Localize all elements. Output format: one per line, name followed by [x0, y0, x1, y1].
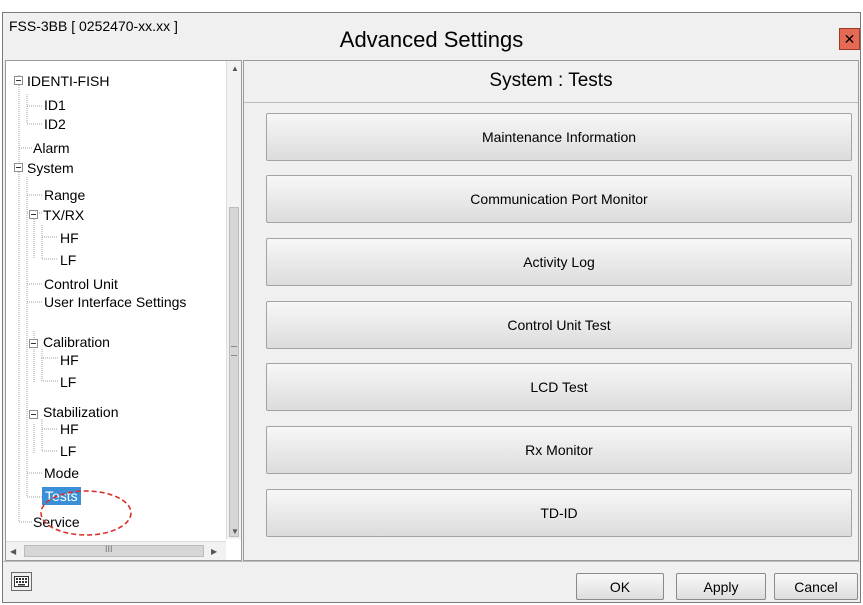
- keyboard-button[interactable]: [11, 572, 32, 591]
- tree-item-calibration-lf[interactable]: LF: [60, 373, 76, 391]
- scroll-grip-icon: [231, 346, 237, 356]
- td-id-button[interactable]: TD-ID: [266, 489, 852, 537]
- tree-item-txrx-lf[interactable]: LF: [60, 251, 76, 269]
- keyboard-icon: [14, 576, 29, 587]
- horizontal-scroll-grip: III: [105, 544, 113, 554]
- tree-item-range[interactable]: Range: [44, 186, 85, 204]
- txrx-collapse-toggle[interactable]: [29, 210, 38, 219]
- apply-button[interactable]: Apply: [676, 573, 766, 600]
- maintenance-information-button[interactable]: Maintenance Information: [266, 113, 852, 161]
- rx-monitor-button[interactable]: Rx Monitor: [266, 426, 852, 474]
- tree-item-calibration-hf[interactable]: HF: [60, 351, 79, 369]
- footer-divider: [3, 561, 860, 562]
- tree-item-txrx-hf[interactable]: HF: [60, 229, 79, 247]
- horizontal-scroll-thumb[interactable]: III: [24, 544, 204, 557]
- scroll-right-arrow-icon[interactable]: ▶: [211, 547, 217, 557]
- stabilization-collapse-toggle[interactable]: [29, 410, 38, 419]
- vertical-scroll-thumb[interactable]: [229, 207, 239, 537]
- tree-item-stabilization-lf[interactable]: LF: [60, 442, 76, 460]
- tree-vertical-scrollbar[interactable]: ▲ ▼: [226, 61, 241, 539]
- tree-item-tests[interactable]: Tests: [42, 487, 81, 505]
- tree-item-identi-fish[interactable]: IDENTI-FISH: [27, 72, 109, 90]
- tree-item-mode[interactable]: Mode: [44, 464, 79, 482]
- scroll-left-arrow-icon[interactable]: ◀: [10, 547, 16, 557]
- tree-item-stabilization-hf[interactable]: HF: [60, 420, 79, 438]
- tree-item-service[interactable]: Service: [33, 513, 80, 531]
- tree-item-system[interactable]: System: [27, 159, 74, 177]
- tree-item-id1[interactable]: ID1: [44, 96, 66, 114]
- advanced-settings-window: FSS-3BB [ 0252470-xx.xx ] Advanced Setti…: [2, 12, 861, 603]
- window-title: Advanced Settings: [339, 27, 524, 52]
- panel-divider: [244, 102, 858, 103]
- tree-item-calibration[interactable]: Calibration: [43, 333, 110, 351]
- activity-log-button[interactable]: Activity Log: [266, 238, 852, 286]
- communication-port-monitor-button[interactable]: Communication Port Monitor: [266, 175, 852, 223]
- cancel-button[interactable]: Cancel: [774, 573, 858, 600]
- tree-item-alarm[interactable]: Alarm: [33, 139, 70, 157]
- scroll-down-arrow-icon[interactable]: ▼: [231, 527, 239, 537]
- tree-horizontal-scrollbar[interactable]: ◀ III ▶: [6, 541, 226, 560]
- calibration-collapse-toggle[interactable]: [29, 339, 38, 348]
- tree-item-control-unit[interactable]: Control Unit: [44, 275, 118, 293]
- ok-button[interactable]: OK: [576, 573, 664, 600]
- lcd-test-button[interactable]: LCD Test: [266, 363, 852, 411]
- tests-panel: System : Tests Maintenance Information C…: [243, 60, 859, 561]
- panel-title: System : Tests: [489, 70, 613, 91]
- tree-item-user-interface-settings[interactable]: User Interface Settings: [44, 293, 186, 311]
- tree-item-id2[interactable]: ID2: [44, 115, 66, 133]
- scroll-up-arrow-icon[interactable]: ▲: [231, 64, 239, 74]
- settings-tree: IDENTI-FISH ID1 ID2 Alarm System Range T…: [5, 60, 242, 561]
- close-icon: ✕: [843, 30, 856, 47]
- close-button[interactable]: ✕: [839, 28, 860, 50]
- dialog-footer: OK Apply Cancel: [3, 561, 860, 602]
- control-unit-test-button[interactable]: Control Unit Test: [266, 301, 852, 349]
- identi-fish-collapse-toggle[interactable]: [14, 76, 23, 85]
- tree-item-txrx[interactable]: TX/RX: [43, 206, 84, 224]
- system-collapse-toggle[interactable]: [14, 163, 23, 172]
- title-bar: FSS-3BB [ 0252470-xx.xx ] Advanced Setti…: [3, 13, 860, 57]
- tree-item-stabilization[interactable]: Stabilization: [43, 403, 119, 421]
